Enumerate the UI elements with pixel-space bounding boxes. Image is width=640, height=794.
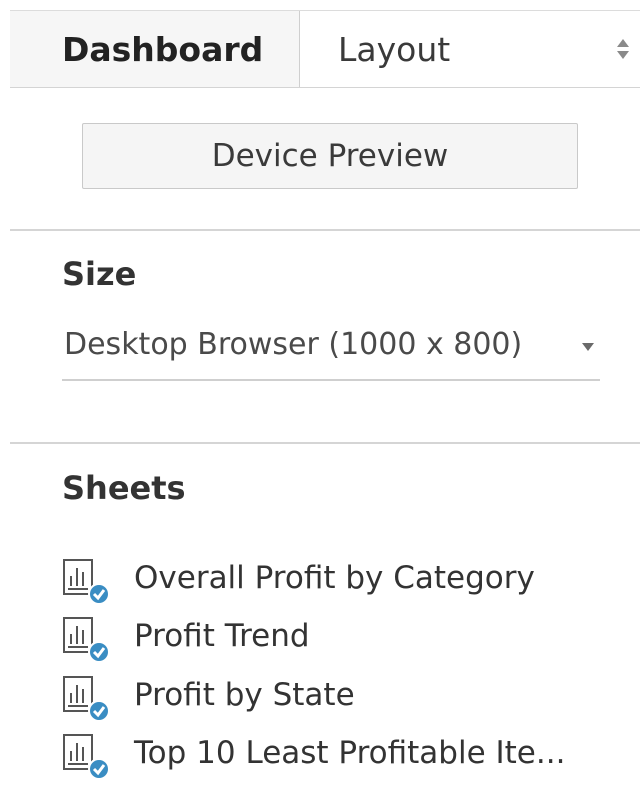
sheet-item[interactable]: Profit by State <box>62 673 622 723</box>
tab-dashboard[interactable]: Dashboard <box>10 11 299 87</box>
divider <box>10 442 640 444</box>
size-selected-value: Desktop Browser (1000 x 800) <box>64 327 523 362</box>
sheet-item-label: Profit Trend <box>134 618 310 654</box>
sheet-item-label: Profit by State <box>134 677 355 713</box>
device-preview-button[interactable]: Device Preview <box>82 123 578 189</box>
worksheet-used-icon <box>63 617 110 663</box>
worksheet-used-icon <box>63 734 110 780</box>
size-section-title: Size <box>62 255 137 293</box>
device-preview-label: Device Preview <box>211 138 449 174</box>
sort-arrows-icon[interactable] <box>616 37 630 61</box>
sheet-item[interactable]: Overall Profit by Category <box>62 556 622 606</box>
sheet-item[interactable]: Top 10 Least Profitable Ite... <box>62 731 622 781</box>
sheet-item-label: Overall Profit by Category <box>134 560 535 596</box>
sheets-section-title: Sheets <box>62 469 186 507</box>
tab-layout[interactable]: Layout <box>299 11 640 87</box>
sheet-item[interactable]: Profit Trend <box>62 614 622 664</box>
chevron-down-icon <box>582 343 594 351</box>
tab-dashboard-label: Dashboard <box>62 29 264 69</box>
divider <box>10 229 640 231</box>
sheet-item-label: Top 10 Least Profitable Ite... <box>134 735 566 771</box>
worksheet-used-icon <box>63 676 110 722</box>
tab-layout-label: Layout <box>338 29 451 69</box>
size-dropdown[interactable]: Desktop Browser (1000 x 800) <box>62 323 600 381</box>
pane-tabs: Dashboard Layout <box>10 10 640 88</box>
worksheet-used-icon <box>63 559 110 605</box>
